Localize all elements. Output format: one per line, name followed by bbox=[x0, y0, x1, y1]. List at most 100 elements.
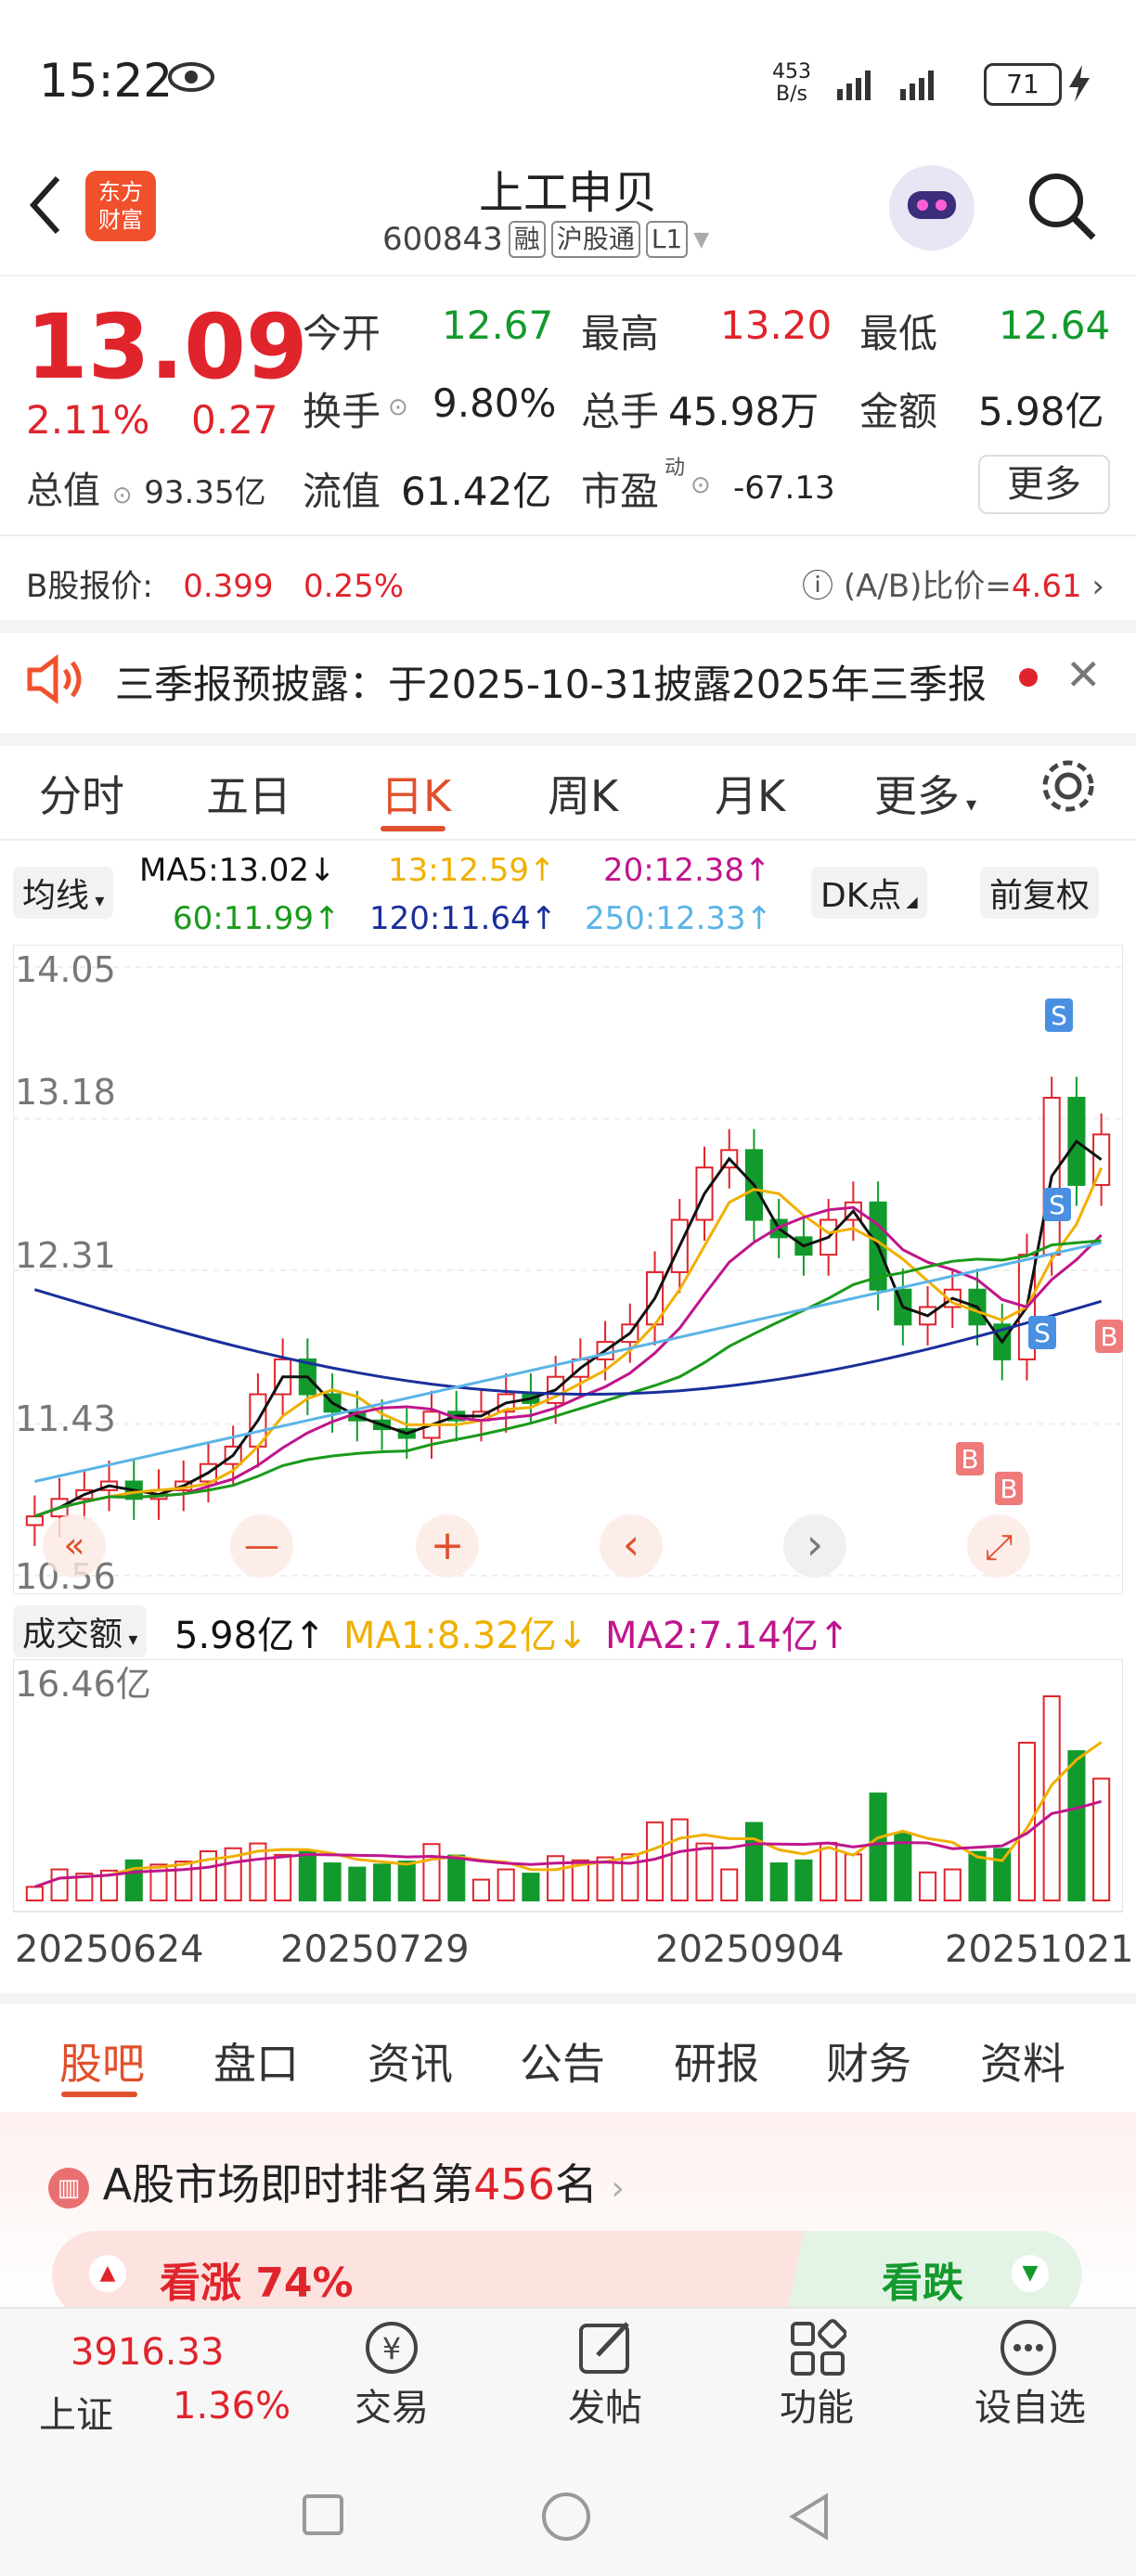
more-dots-icon[interactable] bbox=[997, 2318, 1060, 2377]
arrow-down-icon[interactable]: ▼ bbox=[1012, 2255, 1049, 2292]
post-icon[interactable] bbox=[575, 2318, 637, 2377]
vol-ma1: MA1:8.32亿↓ bbox=[343, 1615, 588, 1657]
volume-bar bbox=[695, 1842, 714, 1902]
add-watchlist-button[interactable]: 设自选 bbox=[975, 2377, 1086, 2431]
home-icon[interactable] bbox=[540, 2491, 592, 2543]
svg-text:B: B bbox=[961, 1444, 978, 1475]
index-name[interactable]: 上证 bbox=[39, 2385, 113, 2439]
volume-bar bbox=[794, 1859, 813, 1901]
volume-bar bbox=[298, 1850, 316, 1901]
y-tick: 12.31 bbox=[15, 1235, 116, 1276]
volume-bar bbox=[471, 1878, 491, 1901]
stock-code: 600843 bbox=[382, 221, 503, 258]
x-tick: 20250624 bbox=[15, 1928, 204, 1971]
grid-icon[interactable] bbox=[787, 2318, 846, 2377]
volume-selector[interactable]: 成交额 ▾ bbox=[13, 1605, 148, 1657]
open-label: 今开 bbox=[303, 311, 381, 356]
b-share-row: B股报价: 0.399 0.25% bbox=[26, 560, 404, 606]
tab-announcements[interactable]: 公告 bbox=[520, 2030, 605, 2092]
active-tab-indicator bbox=[381, 826, 445, 831]
signal-s: S bbox=[1028, 1316, 1056, 1349]
ma20-value: 20:12.38↑ bbox=[603, 852, 771, 889]
turnover-value: 9.80% bbox=[432, 380, 557, 426]
speaker-icon bbox=[27, 654, 82, 704]
volume-bar bbox=[744, 1822, 764, 1902]
post-button[interactable]: 发帖 bbox=[549, 2377, 661, 2431]
back-nav-icon[interactable] bbox=[785, 2491, 833, 2543]
tab-intraday[interactable]: 分时 bbox=[39, 763, 124, 824]
tab-5day[interactable]: 五日 bbox=[206, 763, 291, 824]
svg-text:S: S bbox=[1034, 1318, 1051, 1348]
zoom-out-fast-button: « bbox=[43, 1514, 106, 1578]
info-icon[interactable]: ⊙ bbox=[691, 471, 711, 499]
volume-bar bbox=[1067, 1750, 1086, 1901]
volume-bar bbox=[844, 1853, 862, 1902]
change-amount: 0.27 bbox=[191, 397, 278, 443]
rank-row[interactable]: ▥ A股市场即时排名第456名 › bbox=[48, 2151, 625, 2212]
tab-daily-k[interactable]: 日K bbox=[381, 763, 451, 824]
info-icon[interactable]: ⊙ bbox=[388, 393, 408, 421]
volume-bar bbox=[50, 1868, 69, 1902]
index-pct[interactable]: 1.36% bbox=[173, 2385, 290, 2428]
x-tick: 20250904 bbox=[655, 1928, 845, 1971]
candlestick-chart[interactable]: S S S B B B 14.05 13.18 12.31 11.43 10.5… bbox=[13, 945, 1123, 1594]
x-tick: 20250729 bbox=[280, 1928, 470, 1971]
tag-connect: 沪股通 bbox=[550, 221, 640, 258]
tab-weekly-k[interactable]: 周K bbox=[548, 763, 618, 824]
tab-news[interactable]: 资讯 bbox=[368, 2030, 453, 2092]
plus-button: + bbox=[416, 1514, 479, 1578]
current-price: 13.09 bbox=[26, 295, 308, 399]
volume-bar bbox=[968, 1850, 987, 1901]
recent-apps-icon[interactable] bbox=[301, 2492, 345, 2537]
bull-label: 看涨 74% bbox=[160, 2260, 354, 2307]
bear-label: 看跌 bbox=[882, 2260, 963, 2307]
info-icon[interactable]: ⊙ bbox=[112, 482, 133, 509]
volume-bar bbox=[372, 1863, 392, 1901]
signal-s: S bbox=[1045, 998, 1073, 1032]
volume-bar bbox=[1017, 1742, 1037, 1901]
dk-point-button[interactable]: DK点 ◢ bbox=[811, 867, 927, 919]
fullscreen-button: ⤢ bbox=[967, 1514, 1030, 1578]
vol-ymax: 16.46亿 bbox=[15, 1664, 151, 1705]
notice-text[interactable]: 三季报预披露：于2025-10-31披露2025年三季报 bbox=[115, 653, 987, 710]
volume-value: 5.98亿↑ bbox=[174, 1615, 326, 1657]
stock-code-row[interactable]: 600843 融 沪股通 L1 ▼ bbox=[382, 221, 709, 258]
volume-bar bbox=[522, 1873, 540, 1902]
ab-ratio[interactable]: ⓘ (A/B)比价=4.61 › bbox=[802, 560, 1104, 606]
tab-more[interactable]: 更多 ▾ bbox=[874, 763, 976, 824]
index-value[interactable]: 3916.33 bbox=[71, 2331, 224, 2374]
settings-icon[interactable] bbox=[1038, 755, 1099, 817]
active-tab-indicator bbox=[61, 2092, 137, 2097]
volume-label: 总手 bbox=[581, 389, 660, 434]
b-share-pct: 0.25% bbox=[303, 568, 405, 605]
assistant-avatar[interactable] bbox=[889, 165, 975, 251]
volume-bar bbox=[1092, 1777, 1111, 1901]
right-button: › bbox=[783, 1514, 846, 1578]
rank-icon: ▥ bbox=[48, 2167, 89, 2209]
vol-ma2: MA2:7.14亿↑ bbox=[605, 1615, 850, 1657]
trade-button[interactable]: 交易 bbox=[336, 2377, 447, 2431]
tab-forum[interactable]: 股吧 bbox=[59, 2030, 145, 2092]
close-icon[interactable]: ✕ bbox=[1065, 650, 1102, 700]
ma5-value: MA5:13.02↓ bbox=[139, 852, 336, 889]
section-gap bbox=[0, 1993, 1136, 2004]
section-gap bbox=[0, 733, 1136, 746]
tab-financials[interactable]: 财务 bbox=[826, 2030, 911, 2092]
search-icon[interactable] bbox=[1025, 169, 1099, 243]
ma-selector[interactable]: 均线 ▾ bbox=[13, 867, 114, 919]
tab-research[interactable]: 研报 bbox=[674, 2030, 759, 2092]
functions-button[interactable]: 功能 bbox=[761, 2377, 872, 2431]
tab-monthly-k[interactable]: 月K bbox=[715, 763, 785, 824]
x-tick: 20251021 bbox=[945, 1928, 1134, 1971]
section-gap bbox=[0, 620, 1136, 633]
change-pct: 2.11% bbox=[26, 397, 150, 443]
pe-value: -67.13 bbox=[733, 470, 835, 507]
tab-orderbook[interactable]: 盘口 bbox=[213, 2030, 299, 2092]
trade-icon[interactable]: ¥ bbox=[358, 2318, 425, 2377]
volume-chart[interactable]: 16.46亿 bbox=[13, 1659, 1123, 1923]
volume-bar bbox=[869, 1792, 887, 1901]
volume-bar bbox=[918, 1871, 937, 1901]
tab-profile[interactable]: 资料 bbox=[980, 2030, 1065, 2092]
adjust-button[interactable]: 前复权 bbox=[980, 867, 1100, 919]
more-button[interactable]: 更多 bbox=[978, 455, 1110, 514]
